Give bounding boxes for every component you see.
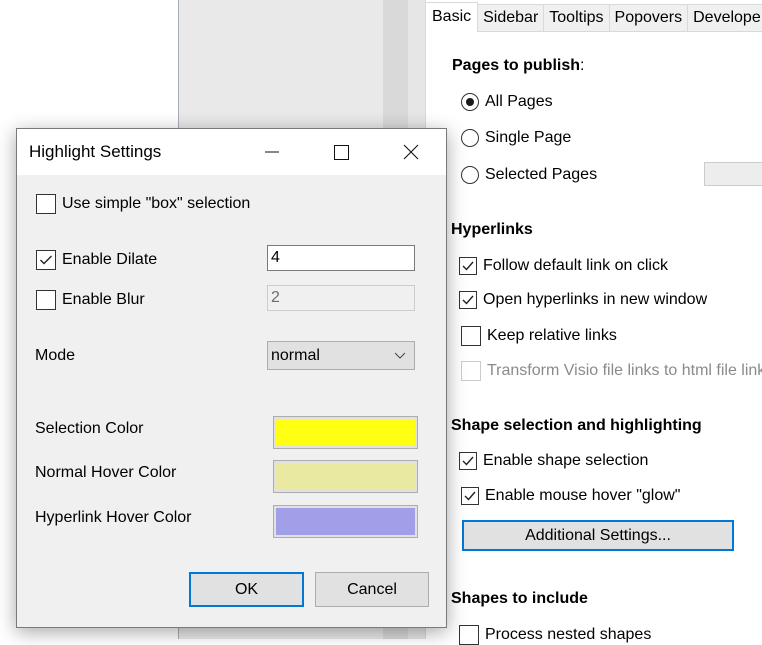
mode-selected-value: normal bbox=[271, 347, 320, 364]
minimize-icon bbox=[265, 151, 279, 153]
minimize-button[interactable] bbox=[249, 129, 295, 175]
mode-label: Mode bbox=[35, 347, 76, 364]
checkbox-label: Transform Visio file links to html file … bbox=[487, 362, 762, 379]
chevron-down-icon bbox=[394, 352, 406, 359]
tab-sidebar[interactable]: Sidebar bbox=[478, 4, 545, 32]
dialog-title: Highlight Settings bbox=[29, 142, 162, 161]
maximize-icon bbox=[333, 144, 349, 160]
normal-hover-color-fill bbox=[276, 463, 415, 490]
selection-color-swatch[interactable] bbox=[273, 416, 418, 449]
radio-icon[interactable] bbox=[461, 166, 479, 184]
normal-hover-color-swatch[interactable] bbox=[273, 460, 418, 493]
checkbox-icon[interactable] bbox=[459, 625, 479, 645]
checkbox-label: Enable mouse hover "glow" bbox=[485, 487, 681, 504]
radio-label: Selected Pages bbox=[485, 166, 598, 183]
checkbox-open-new-window[interactable]: Open hyperlinks in new window bbox=[459, 291, 707, 309]
checkbox-label: Open hyperlinks in new window bbox=[483, 291, 708, 308]
dialog-titlebar[interactable]: Highlight Settings bbox=[17, 129, 446, 175]
checkbox-process-nested-shapes[interactable]: Process nested shapes bbox=[459, 625, 651, 645]
radio-label: All Pages bbox=[485, 93, 553, 110]
hyperlink-hover-color-swatch[interactable] bbox=[273, 505, 418, 538]
tab-developer[interactable]: Develope bbox=[688, 4, 762, 32]
checkbox-label: Enable shape selection bbox=[483, 452, 649, 469]
close-icon bbox=[403, 144, 419, 160]
checkbox-icon[interactable] bbox=[36, 290, 56, 310]
radio-single-page[interactable]: Single Page bbox=[461, 129, 571, 147]
selection-color-label: Selection Color bbox=[35, 420, 144, 437]
selected-pages-input[interactable] bbox=[704, 162, 762, 186]
checkbox-checked-icon[interactable] bbox=[459, 452, 477, 470]
shape-selection-heading: Shape selection and highlighting bbox=[451, 417, 702, 434]
ok-button[interactable]: OK bbox=[189, 572, 304, 607]
selection-color-fill bbox=[276, 419, 415, 446]
checkbox-enable-shape-selection[interactable]: Enable shape selection bbox=[459, 452, 648, 470]
normal-hover-color-label: Normal Hover Color bbox=[35, 464, 177, 481]
checkbox-label: Enable Blur bbox=[62, 291, 145, 308]
pages-to-publish-heading: Pages to publish: bbox=[452, 57, 585, 74]
blur-value-input: 2 bbox=[267, 285, 415, 311]
checkbox-label: Use simple "box" selection bbox=[62, 195, 251, 212]
mode-select[interactable]: normal bbox=[267, 341, 415, 370]
maximize-button[interactable] bbox=[318, 129, 364, 175]
shapes-to-include-heading: Shapes to include bbox=[451, 590, 588, 607]
checkbox-checked-icon[interactable] bbox=[459, 257, 477, 275]
additional-settings-button[interactable]: Additional Settings... bbox=[462, 520, 734, 551]
hyperlinks-heading: Hyperlinks bbox=[451, 221, 533, 238]
checkbox-label: Keep relative links bbox=[487, 327, 617, 344]
radio-label: Single Page bbox=[485, 129, 572, 146]
tab-popovers[interactable]: Popovers bbox=[609, 4, 689, 32]
checkbox-checked-icon[interactable] bbox=[36, 250, 56, 270]
checkbox-disabled-icon bbox=[461, 361, 481, 381]
settings-tabs: Basic Sidebar Tooltips Popovers Develope bbox=[425, 2, 762, 32]
highlight-settings-dialog: Highlight Settings Use simple "box" sele… bbox=[16, 128, 447, 628]
tab-basic[interactable]: Basic bbox=[425, 2, 479, 32]
tab-tooltips[interactable]: Tooltips bbox=[544, 4, 610, 32]
hyperlink-hover-color-fill bbox=[276, 508, 415, 535]
radio-all-pages[interactable]: All Pages bbox=[461, 93, 553, 111]
checkbox-label: Process nested shapes bbox=[485, 626, 652, 643]
checkbox-checked-icon[interactable] bbox=[461, 487, 479, 505]
checkbox-keep-relative-links[interactable]: Keep relative links bbox=[461, 326, 617, 346]
checkbox-use-box-selection[interactable]: Use simple "box" selection bbox=[36, 194, 250, 214]
close-button[interactable] bbox=[388, 129, 434, 175]
checkbox-checked-icon[interactable] bbox=[459, 291, 477, 309]
checkbox-label: Enable Dilate bbox=[62, 251, 158, 268]
checkbox-enable-dilate[interactable]: Enable Dilate bbox=[36, 250, 157, 270]
hyperlink-hover-color-label: Hyperlink Hover Color bbox=[35, 509, 192, 526]
dilate-value-input[interactable]: 4 bbox=[267, 245, 415, 271]
checkbox-enable-blur[interactable]: Enable Blur bbox=[36, 290, 145, 310]
checkbox-enable-hover-glow[interactable]: Enable mouse hover "glow" bbox=[461, 487, 680, 505]
checkbox-transform-visio-links: Transform Visio file links to html file … bbox=[461, 361, 762, 381]
checkbox-follow-default-link[interactable]: Follow default link on click bbox=[459, 257, 668, 275]
radio-selected-pages[interactable]: Selected Pages bbox=[461, 166, 597, 184]
checkbox-icon[interactable] bbox=[461, 326, 481, 346]
cancel-button[interactable]: Cancel bbox=[315, 572, 429, 607]
checkbox-icon[interactable] bbox=[36, 194, 56, 214]
radio-selected-icon[interactable] bbox=[461, 93, 479, 111]
radio-icon[interactable] bbox=[461, 129, 479, 147]
checkbox-label: Follow default link on click bbox=[483, 257, 668, 274]
